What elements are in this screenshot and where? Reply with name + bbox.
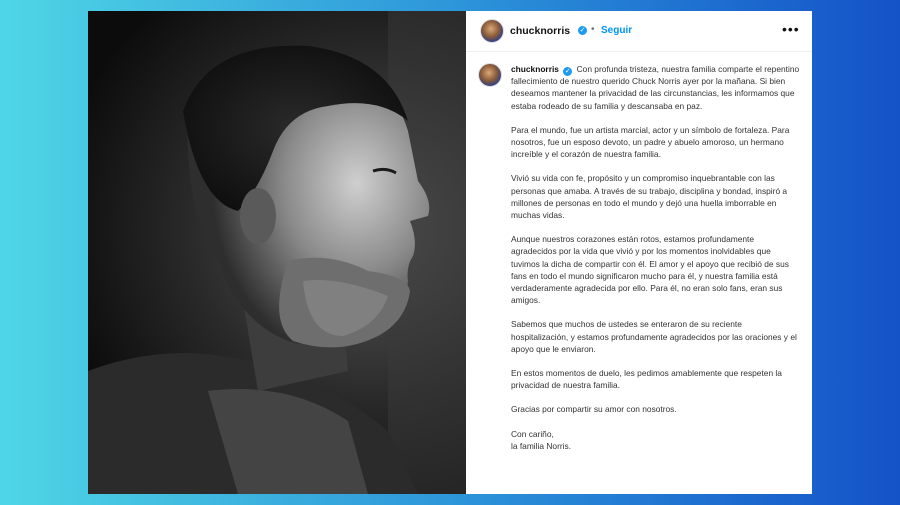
post-photo[interactable] (88, 11, 466, 494)
caption-paragraph-7: Gracias por compartir su amor con nosotr… (511, 404, 677, 415)
verified-badge-icon: ✓ (578, 26, 587, 35)
caption-paragraph-1: chucknorris ✓ Con profunda tristeza, nue… (478, 63, 800, 112)
post-header: chucknorris ✓ • Seguir ••• (466, 11, 812, 52)
separator-dot: • (591, 24, 595, 35)
caption-signoff-2: la familia Norris. (511, 440, 572, 451)
caption-paragraph-4: Aunque nuestros corazones están rotos, e… (511, 234, 789, 306)
caption-paragraph-6: En estos momentos de duelo, les pedimos … (511, 368, 782, 391)
follow-button[interactable]: Seguir (601, 25, 632, 36)
caption-paragraph-2: Para el mundo, fue un artista marcial, a… (511, 124, 790, 160)
caption-paragraph-3: Vivió su vida con fe, propósito y un com… (511, 173, 788, 221)
caption-signoff-1: Con cariño, (511, 428, 554, 439)
more-options-icon[interactable]: ••• (782, 21, 800, 37)
header-username[interactable]: chucknorris (510, 25, 570, 37)
instagram-post: chucknorris ✓ • Seguir ••• chucknorris ✓… (88, 11, 812, 494)
caption-username[interactable]: chucknorris (511, 64, 559, 74)
post-sidebar: chucknorris ✓ • Seguir ••• chucknorris ✓… (466, 11, 812, 494)
portrait-illustration (88, 11, 466, 494)
post-caption: chucknorris ✓ Con profunda tristeza, nue… (478, 63, 800, 452)
caption-paragraph-5: Sabemos que muchos de ustedes se enterar… (511, 319, 797, 354)
caption-verified-badge-icon: ✓ (563, 67, 573, 76)
avatar[interactable] (480, 19, 504, 43)
